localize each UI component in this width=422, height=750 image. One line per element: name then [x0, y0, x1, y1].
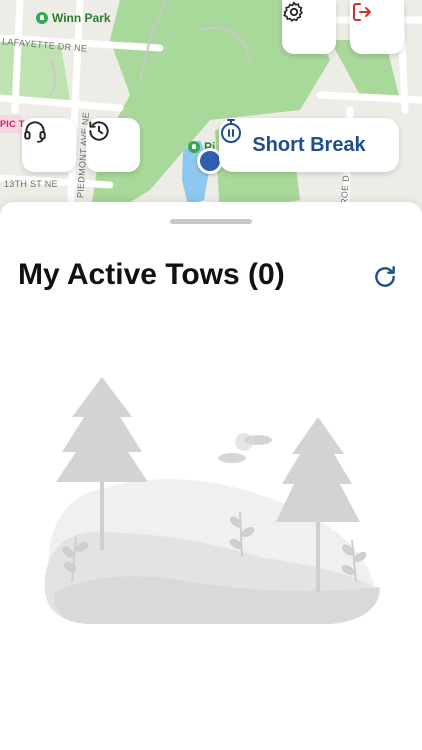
history-icon [89, 121, 109, 141]
support-button[interactable] [22, 118, 76, 172]
page-title: My Active Tows (0) [18, 258, 285, 291]
settings-button[interactable] [282, 0, 336, 54]
stopwatch-icon [221, 119, 241, 143]
sheet-drag-handle[interactable] [170, 219, 252, 224]
active-tows-sheet: My Active Tows (0) [0, 202, 422, 750]
street-label: 13TH ST NE [4, 179, 58, 189]
short-break-label: Short Break [252, 133, 366, 156]
logout-button[interactable] [350, 0, 404, 54]
map-view[interactable]: Winn Park Pi LAFAYETTE DR NE 13TH ST NE … [0, 0, 422, 215]
park-name: Winn Park [52, 11, 111, 25]
history-button[interactable] [86, 118, 140, 172]
gear-icon [283, 1, 303, 22]
park-pin-icon [36, 12, 48, 24]
street-label: ROE D [338, 174, 352, 206]
refresh-button[interactable] [372, 264, 398, 290]
short-break-button[interactable]: Short Break [219, 118, 399, 172]
poi-label: PIC T [0, 119, 25, 129]
headset-icon [24, 121, 46, 143]
park-label-winn: Winn Park [36, 11, 111, 25]
park-pin-icon [188, 141, 200, 153]
empty-state-illustration [44, 377, 381, 624]
refresh-icon [375, 266, 395, 287]
logout-icon [353, 3, 371, 21]
